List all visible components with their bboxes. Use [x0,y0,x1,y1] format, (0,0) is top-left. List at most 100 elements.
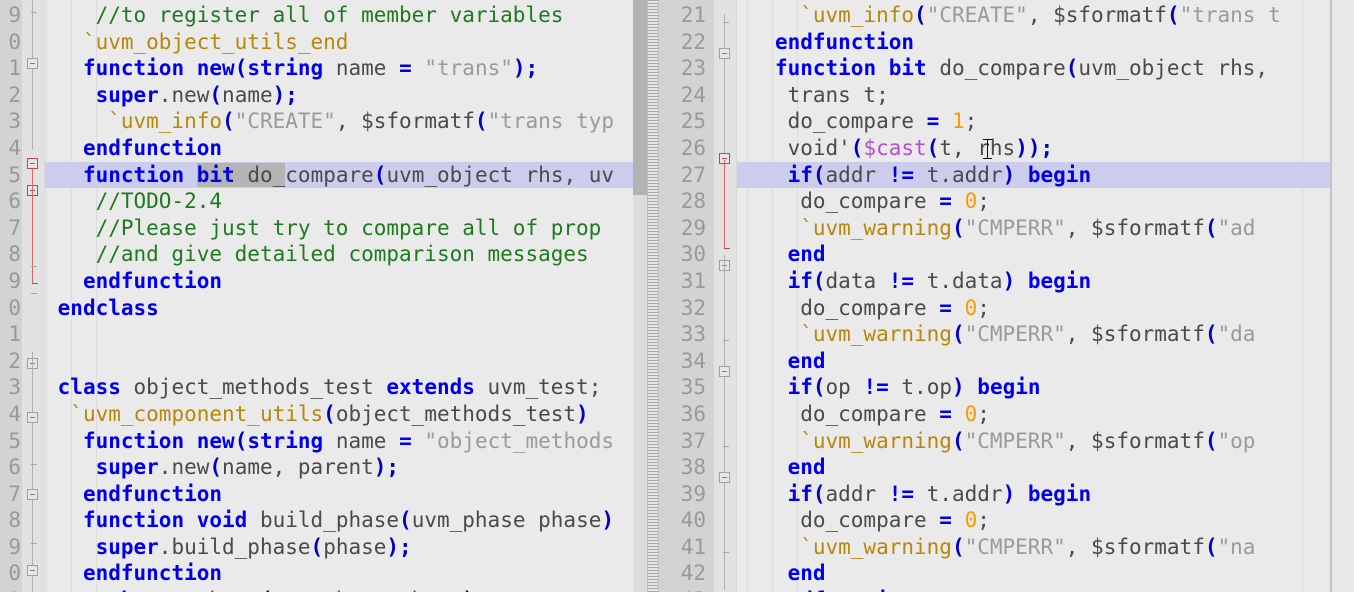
pane-splitter[interactable] [647,0,659,592]
code-line[interactable]: `uvm_warning("CMPERR", $sformatf("ad [737,215,1332,242]
code-line[interactable]: if(addr != t.addr) begin [737,161,1332,189]
code-line[interactable]: if(op != t.op) begin [737,374,1332,401]
line-number: 43 [659,587,706,592]
code-line[interactable] [45,321,647,348]
code-token: do_compare [800,401,940,426]
code-fold-toggle-icon[interactable] [719,48,730,59]
code-line[interactable]: endfunction [45,481,647,508]
code-line[interactable]: function void build_phase(uvm_phase phas… [45,507,647,534]
code-fold-toggle-icon[interactable] [719,472,730,483]
code-line[interactable]: trans t; [737,82,1332,109]
code-line[interactable]: `uvm_info("CREATE", $sformatf("trans t [737,2,1332,29]
code-token: "da [1217,322,1256,347]
code-line[interactable]: do_compare = 0; [737,188,1332,215]
code-line[interactable]: endfunction [45,268,647,295]
code-line[interactable]: end [737,348,1332,375]
code-line[interactable]: //to register all of member variables [45,2,647,29]
code-token: "CMPERR" [964,534,1066,559]
code-token: build_phase [247,508,400,533]
line-number: 8 [8,242,21,267]
line-number: 6 [8,455,21,480]
code-line[interactable]: endclass [45,295,647,322]
code-token: $sformatf [1091,534,1205,559]
code-line[interactable]: //and give detailed comparison messages [45,241,647,268]
code-line[interactable]: `uvm_warning("CMPERR", $sformatf("na [737,534,1332,561]
line-number: 4 [8,401,21,426]
code-token: ); [462,588,487,592]
line-number: 38 [680,455,706,480]
code-token: ) [1002,162,1016,187]
code-line[interactable]: super.new(name); [45,82,647,109]
code-line[interactable] [45,348,647,375]
code-line[interactable]: if(addr != t.addr) begin [737,481,1332,508]
code-line[interactable]: endfunction [45,560,647,587]
code-line[interactable]: do_compare = 0; [737,507,1332,534]
code-line[interactable]: end [737,454,1332,481]
code-line[interactable]: `uvm_warning("CMPERR", $sformatf("da [737,321,1332,348]
code-line[interactable]: //Please just try to compare all of prop [45,215,647,242]
code-line[interactable]: `uvm_object_utils_end [45,29,647,56]
line-number: 26 [680,135,706,160]
code-line[interactable]: endfunction [737,587,1332,592]
fold-range-line [32,352,33,592]
code-fold-toggle-icon[interactable] [27,58,38,69]
code-fold-toggle-icon[interactable] [27,489,38,500]
code-line[interactable]: function bit do_compare(uvm_object rhs, [737,55,1332,82]
code-line[interactable]: `uvm_component_utils(object_methods_test… [45,401,647,428]
code-line[interactable]: endfunction [737,29,1332,56]
code-fold-toggle-icon[interactable] [27,565,38,576]
code-line[interactable]: do_compare = 0; [737,295,1332,322]
code-token: do_compare [800,508,940,533]
fold-tick-icon [723,446,729,447]
left-fold-column[interactable] [22,0,45,592]
code-line[interactable]: class object_methods_test extends uvm_te… [45,374,647,401]
code-line[interactable]: super.new(name, parent); [45,454,647,481]
selected-code-token [234,162,248,187]
code-line[interactable]: `uvm_info("CREATE", $sformatf("trans typ [45,108,647,135]
code-token: end [787,348,826,373]
left-code-area[interactable]: //to register all of member variables `u… [45,0,647,592]
right-editor-pane[interactable]: 21 22 23 24 25 26 27 28 29 30 31 32 33 34 35 36 37 38 39 40… [659,0,1332,592]
code-fold-toggle-icon[interactable] [27,412,38,423]
code-token: build_phase [171,534,311,559]
code-token: ( [323,401,336,426]
code-line[interactable]: endfunction [45,135,647,162]
left-scrollbar-thumb[interactable] [633,0,647,196]
code-line[interactable]: if(data != t.data) begin [737,268,1332,295]
line-number: 34 [680,348,706,373]
right-fold-column[interactable] [714,0,737,592]
code-token: "CREATE" [234,109,336,134]
code-line[interactable]: `uvm_warning("CMPERR", $sformatf("op [737,428,1332,455]
right-code-area[interactable]: `uvm_info("CREATE", $sformatf("trans t e… [737,0,1332,592]
code-line[interactable]: end [737,560,1332,587]
code-token: ( [1204,428,1218,453]
code-token: t, rhs [939,135,1016,160]
code-line[interactable]: function new(string name = "trans"); [45,55,647,82]
code-token: addr [825,162,889,187]
code-line[interactable]: do_compare = 0; [737,401,1332,428]
code-line[interactable]: task run_phase(uvm_phase phase); [45,587,647,592]
line-number: 23 [680,56,706,81]
code-line[interactable]: void'($cast(t, rhs)); [737,135,1332,162]
code-line[interactable]: do_compare = 1; [737,108,1332,135]
code-fold-toggle-icon[interactable] [719,366,730,377]
code-line[interactable]: end [737,241,1332,268]
code-line[interactable]: function new(string name = "object_metho… [45,428,647,455]
left-editor-pane[interactable]: 901234567890123456789012 //to register a… [0,0,647,592]
code-token: $sformatf [361,109,475,134]
code-token: //to register all of member variables [95,3,564,27]
code-line[interactable]: super.build_phase(phase); [45,534,647,561]
line-number: 4 [8,135,21,160]
code-line[interactable]: //TODO-2.4 [45,188,647,215]
code-line[interactable]: function bit do_compare(uvm_object rhs, … [45,161,647,189]
left-vertical-scrollbar[interactable] [633,0,647,592]
